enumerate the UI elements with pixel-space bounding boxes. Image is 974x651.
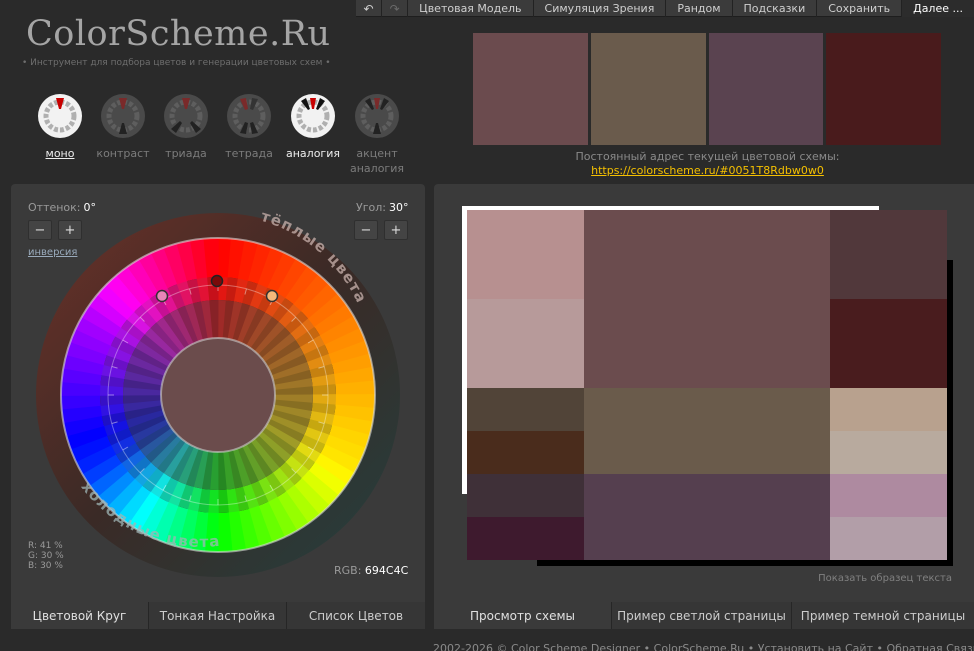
red-percent: R: 41 % [28,541,63,551]
preview-sec1-dark-1[interactable] [467,388,584,431]
preview-main-dark-1[interactable] [830,210,947,299]
top-swatch-4[interactable] [826,33,941,145]
top-swatch-1[interactable] [473,33,588,145]
tab-scheme-preview[interactable]: Просмотр схемы [434,602,612,629]
site-tagline: • Инструмент для подбора цветов и генера… [22,58,331,68]
scheme-contrast[interactable]: контраст [88,93,158,161]
preview-sec2-light-1[interactable] [830,474,947,517]
menu-random[interactable]: Рандом [666,0,733,17]
right-panel-tabs: Просмотр схемы Пример светлой страницы П… [434,602,974,629]
scheme-analogy-label: аналогия [286,147,340,160]
menu-save[interactable]: Сохранить [817,0,903,17]
green-percent: G: 30 % [28,551,64,561]
selected-color-center [160,337,276,453]
scheme-tetrad-icon [227,94,271,138]
scheme-accent-analogy-label: акцент аналогия [350,147,404,175]
rgb-percentages: R: 41 % G: 30 % B: 30 % [28,541,64,571]
permalink-link[interactable]: https://colorscheme.ru/#0051T8Rdbw0w0 [473,164,942,177]
scheme-preview-panel: Показать образец текста Просмотр схемы П… [434,184,974,629]
menu-color-model[interactable]: Цветовая Модель [408,0,534,17]
scheme-accent-analogy[interactable]: акцент аналогия [342,93,412,176]
preview-sec1-color[interactable] [584,388,830,474]
scheme-contrast-icon [101,94,145,138]
color-marker-main[interactable] [210,274,224,288]
preview-main-light-2[interactable] [467,299,584,388]
scheme-mono[interactable]: моно [25,93,95,161]
top-swatch-3[interactable] [709,33,823,145]
scheme-mono-icon [38,94,82,138]
site-logo[interactable]: ColorScheme.Ru [26,14,331,54]
show-sample-text-link[interactable]: Показать образец текста [818,573,952,584]
menu-more[interactable]: Далее ... [902,0,974,17]
preview-sec2-light-2[interactable] [830,517,947,560]
scheme-mono-label: моно [45,147,75,160]
color-marker-right[interactable] [265,289,279,303]
tab-light-page-example[interactable]: Пример светлой страницы [612,602,792,629]
blue-percent: B: 30 % [28,561,63,571]
tab-color-wheel[interactable]: Цветовой Круг [11,602,149,629]
top-menu: ↶ ↷ Цветовая Модель Симуляция Зрения Ран… [356,0,974,17]
preview-grid [467,210,947,560]
rgb-hex-value[interactable]: 694C4C [365,564,408,577]
color-wheel-panel: Оттенок: 0° − + инверсия Угол: 30° − + тёп… [11,184,425,629]
scheme-triad[interactable]: триада [151,93,221,161]
preview-main-color[interactable] [584,210,830,388]
scheme-tetrad-label: тетрада [225,147,273,160]
scheme-contrast-label: контраст [96,147,150,160]
scheme-accent-analogy-icon [355,94,399,138]
rgb-hex-readout: RGB: 694C4C [334,564,408,577]
preview-sec1-dark-2[interactable] [467,431,584,474]
tab-dark-page-example[interactable]: Пример темной страницы [792,602,974,629]
color-marker-left[interactable] [155,289,169,303]
tab-fine-tuning[interactable]: Тонкая Настройка [149,602,287,629]
top-swatch-2[interactable] [591,33,706,145]
scheme-triad-icon [164,94,208,138]
tab-color-list[interactable]: Список Цветов [287,602,425,629]
preview-sec1-light-2[interactable] [830,431,947,474]
preview-sec2-dark-1[interactable] [467,474,584,517]
preview-sec1-light-1[interactable] [830,388,947,431]
left-panel-tabs: Цветовой Круг Тонкая Настройка Список Цв… [11,602,425,629]
undo-button[interactable]: ↶ [356,0,383,17]
preview-sec2-color[interactable] [584,474,830,560]
footer: 2002-2026 © Color Scheme Designer • Colo… [433,642,974,651]
preview-main-light-1[interactable] [467,210,584,299]
redo-button[interactable]: ↷ [382,0,409,17]
scheme-tetrad[interactable]: тетрада [214,93,284,161]
scheme-analogy[interactable]: аналогия [278,93,348,161]
preview-sec2-dark-2[interactable] [467,517,584,560]
menu-vision-simulation[interactable]: Симуляция Зрения [534,0,667,17]
color-wheel[interactable]: тёплые цвета холодные цвета [11,184,425,584]
scheme-analogy-icon [291,94,335,138]
rgb-label: RGB: [334,564,362,577]
scheme-triad-label: триада [165,147,207,160]
preview-main-dark-2[interactable] [830,299,947,388]
permalink-caption: Постоянный адрес текущей цветовой схемы: [575,150,840,163]
menu-hints[interactable]: Подсказки [733,0,818,17]
